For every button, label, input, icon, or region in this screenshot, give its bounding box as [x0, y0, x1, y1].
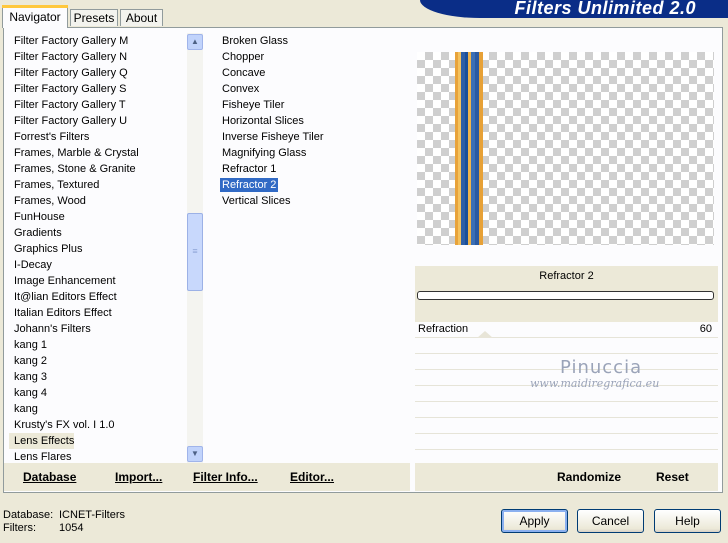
category-item[interactable]: Frames, Textured [9, 177, 187, 193]
category-item[interactable]: Johann's Filters [9, 321, 187, 337]
filter-item[interactable]: Horizontal Slices [217, 113, 407, 129]
category-item[interactable]: Gradients [9, 225, 187, 241]
category-item[interactable]: kang 2 [9, 353, 187, 369]
category-item[interactable]: Filter Factory Gallery Q [9, 65, 187, 81]
category-item[interactable]: kang 1 [9, 337, 187, 353]
category-item[interactable]: Filter Factory Gallery S [9, 81, 187, 97]
category-list[interactable]: Filter Factory Gallery M Filter Factory G… [9, 33, 187, 463]
preview-stripe [479, 52, 483, 245]
category-item[interactable]: Krusty's FX vol. I 1.0 [9, 417, 187, 433]
help-button[interactable]: Help [654, 509, 721, 533]
app-banner-title: Filters Unlimited 2.0 [420, 0, 728, 18]
filter-item[interactable]: Vertical Slices [217, 193, 407, 209]
category-item[interactable]: FunHouse [9, 209, 187, 225]
database-label: Database: [3, 509, 54, 521]
filter-item-label: Magnifying Glass [222, 147, 307, 159]
preview-stripes [455, 52, 483, 245]
category-item[interactable]: kang 3 [9, 369, 187, 385]
filter-item[interactable]: Broken Glass [217, 33, 407, 49]
filter-item[interactable]: Refractor 1 [217, 161, 407, 177]
category-item[interactable]: kang [9, 401, 187, 417]
filter-item-label: Vertical Slices [222, 195, 291, 207]
scroll-up-arrow-icon[interactable]: ▲ [187, 34, 203, 50]
editor-button[interactable]: Editor... [290, 470, 334, 484]
category-item[interactable]: Lens Flares [9, 449, 187, 463]
filter-item-label: Refractor 2 [220, 178, 279, 192]
filter-list[interactable]: Broken Glass Chopper Concave Convex Fisheye … [217, 33, 407, 463]
category-item[interactable]: Filter Factory Gallery M [9, 33, 187, 49]
apply-button[interactable]: Apply [501, 509, 568, 533]
filter-item-label: Refractor 1 [222, 163, 277, 175]
filter-item[interactable]: Concave [217, 65, 407, 81]
watermark-name: Pinuccia [560, 357, 643, 378]
tab-presets[interactable]: Presets [70, 9, 118, 26]
category-item[interactable]: Graphics Plus [9, 241, 187, 257]
filter-preview-image [417, 52, 714, 245]
param-slider-marker-icon [477, 331, 493, 338]
filter-item-label: Fisheye Tiler [222, 99, 285, 111]
filter-info-button[interactable]: Filter Info... [193, 470, 258, 484]
database-button[interactable]: Database [23, 470, 76, 484]
category-item[interactable]: It@lian Editors Effect [9, 289, 187, 305]
category-item[interactable]: kang 4 [9, 385, 187, 401]
filter-item-label: Convex [222, 83, 260, 95]
filter-item-label: Inverse Fisheye Tiler [222, 131, 324, 143]
reset-button[interactable]: Reset [656, 470, 689, 484]
category-item[interactable]: Forrest's Filters [9, 129, 187, 145]
filter-item-label: Concave [222, 67, 266, 79]
filter-item[interactable]: Inverse Fisheye Tiler [217, 129, 407, 145]
tab-about[interactable]: About [120, 9, 163, 26]
filter-item-label: Horizontal Slices [222, 115, 304, 127]
category-scrollbar[interactable]: ▲ ≡ ▼ [187, 33, 203, 463]
category-item[interactable]: Filter Factory Gallery T [9, 97, 187, 113]
category-item[interactable]: Image Enhancement [9, 273, 187, 289]
scrollbar-thumb[interactable]: ≡ [187, 213, 203, 291]
import-button[interactable]: Import... [115, 470, 162, 484]
progress-bar [417, 291, 714, 300]
parameter-list[interactable]: Refraction 60 [415, 322, 718, 466]
randomize-button[interactable]: Randomize [557, 470, 621, 484]
category-item[interactable]: Frames, Stone & Granite [9, 161, 187, 177]
category-item[interactable]: Filter Factory Gallery U [9, 113, 187, 129]
scroll-down-arrow-icon[interactable]: ▼ [187, 446, 203, 462]
filters-count-label: Filters: [3, 522, 36, 534]
filter-item-label: Broken Glass [222, 35, 289, 47]
filter-item[interactable]: Fisheye Tiler [217, 97, 407, 113]
filter-item[interactable]: Magnifying Glass [217, 145, 407, 161]
param-refraction-value[interactable]: 60 [700, 323, 712, 335]
category-item[interactable]: Lens Effects [9, 433, 74, 449]
category-item[interactable]: I-Decay [9, 257, 187, 273]
category-item[interactable]: Frames, Wood [9, 193, 187, 209]
category-item[interactable]: Italian Editors Effect [9, 305, 187, 321]
database-value: ICNET-Filters [59, 509, 125, 521]
category-item[interactable]: Filter Factory Gallery N [9, 49, 187, 65]
selected-filter-name: Refractor 2 [539, 270, 594, 282]
param-refraction-label: Refraction [418, 323, 469, 335]
filter-item[interactable]: Convex [217, 81, 407, 97]
tab-navigator[interactable]: Navigator [2, 5, 68, 28]
filters-count-value: 1054 [59, 522, 84, 534]
watermark-site: www.maidiregrafica.eu [530, 377, 660, 390]
filter-item[interactable]: Chopper [217, 49, 407, 65]
category-item[interactable]: Frames, Marble & Crystal [9, 145, 187, 161]
filter-item[interactable]: Refractor 2 [217, 177, 407, 193]
filter-item-label: Chopper [222, 51, 265, 63]
cancel-button[interactable]: Cancel [577, 509, 644, 533]
